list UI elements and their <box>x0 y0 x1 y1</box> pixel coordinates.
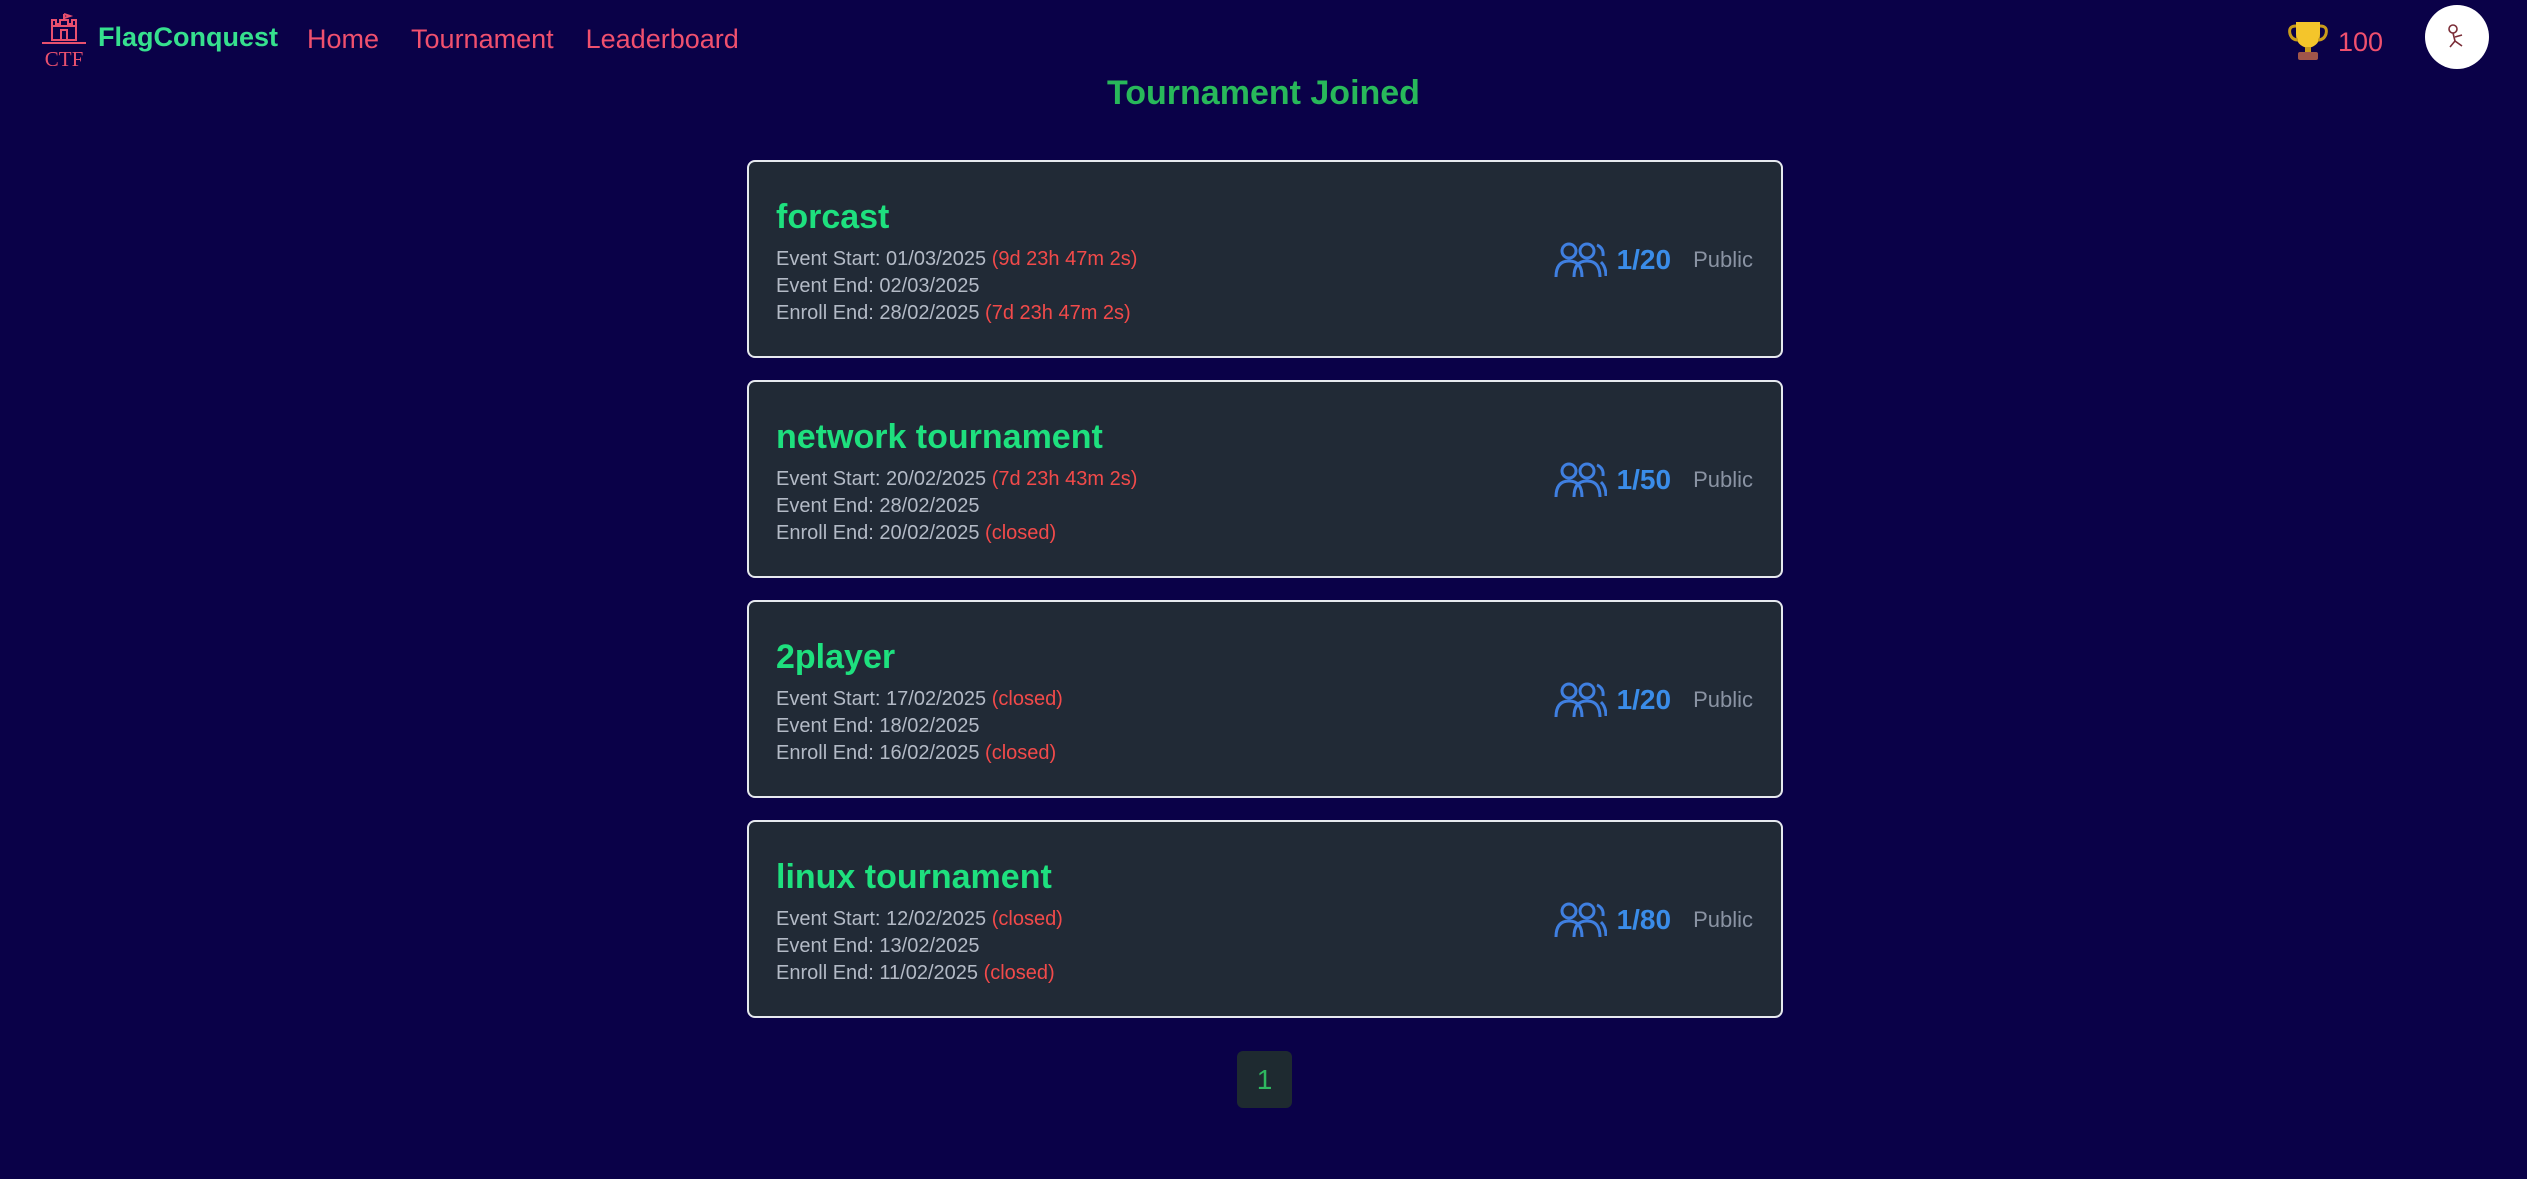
brand-name[interactable]: FlagConquest <box>98 22 278 53</box>
event-end: Event End: 28/02/2025 <box>776 493 1137 520</box>
tournament-dates: Event Start: 12/02/2025 (closed) Event E… <box>776 906 1063 987</box>
enroll-end-countdown: (closed) <box>979 522 1057 544</box>
visibility-label: Public <box>1693 687 1753 712</box>
page-title: Tournament Joined <box>1107 74 1420 112</box>
people-icon <box>1553 240 1608 280</box>
tournament-name: linux tournament <box>776 858 1052 896</box>
user-avatar[interactable] <box>2425 5 2489 69</box>
event-end-label: Event End: 13/02/2025 <box>776 935 980 957</box>
logo-icon[interactable]: CTF <box>38 12 90 71</box>
score-value: 100 <box>2338 27 2384 57</box>
enroll-end: Enroll End: 28/02/2025 (7d 23h 47m 2s) <box>776 300 1137 327</box>
event-start: Event Start: 17/02/2025 (closed) <box>776 686 1063 713</box>
event-end-label: Event End: 18/02/2025 <box>776 715 980 737</box>
event-start: Event Start: 20/02/2025 (7d 23h 43m 2s) <box>776 466 1137 493</box>
event-start-countdown: (closed) <box>986 908 1063 930</box>
enroll-end-label: Enroll End: 28/02/2025 <box>776 302 980 324</box>
event-start-countdown: (9d 23h 47m 2s) <box>986 248 1138 270</box>
tournament-card[interactable]: network tournament Event Start: 20/02/20… <box>747 380 1783 578</box>
tournament-card[interactable]: linux tournament Event Start: 12/02/2025… <box>747 820 1783 1018</box>
people-icon <box>1553 460 1608 500</box>
people-icon <box>1553 680 1608 720</box>
event-start-countdown: (7d 23h 43m 2s) <box>986 468 1138 490</box>
tournament-name: forcast <box>776 198 890 236</box>
event-start-label: Event Start: 17/02/2025 <box>776 688 987 710</box>
enroll-end-countdown: (closed) <box>979 742 1057 764</box>
event-start-countdown: (closed) <box>986 688 1063 710</box>
event-end: Event End: 02/03/2025 <box>776 273 1137 300</box>
event-start-label: Event Start: 20/02/2025 <box>776 468 987 490</box>
participant-count: 1/20 <box>1616 684 1672 715</box>
visibility-label: Public <box>1693 907 1753 932</box>
enroll-end-countdown: (closed) <box>978 962 1055 984</box>
tournament-name: network tournament <box>776 418 1103 456</box>
tournament-list: forcast Event Start: 01/03/2025 (9d 23h … <box>747 160 1783 1040</box>
participant-count: 1/50 <box>1616 464 1672 495</box>
participant-count: 1/80 <box>1616 904 1672 935</box>
tournament-card[interactable]: forcast Event Start: 01/03/2025 (9d 23h … <box>747 160 1783 358</box>
participant-count: 1/20 <box>1616 244 1672 275</box>
enroll-end-countdown: (7d 23h 47m 2s) <box>979 302 1131 324</box>
tournament-card[interactable]: 2player Event Start: 17/02/2025 (closed)… <box>747 600 1783 798</box>
navbar: CTF FlagConquest Home Tournament Leaderb… <box>0 0 2527 80</box>
logo-text: CTF <box>45 47 84 70</box>
visibility-label: Public <box>1693 467 1753 492</box>
tournament-meta: 1/20 Public <box>1553 680 1753 720</box>
event-end: Event End: 18/02/2025 <box>776 713 1063 740</box>
enroll-end-label: Enroll End: 20/02/2025 <box>776 522 980 544</box>
enroll-end: Enroll End: 11/02/2025 (closed) <box>776 960 1063 987</box>
visibility-label: Public <box>1693 247 1753 272</box>
user-avatar-icon <box>2440 18 2474 57</box>
enroll-end-label: Enroll End: 16/02/2025 <box>776 742 980 764</box>
nav-link-leaderboard[interactable]: Leaderboard <box>586 24 739 55</box>
event-end-label: Event End: 28/02/2025 <box>776 495 980 517</box>
event-end-label: Event End: 02/03/2025 <box>776 275 980 297</box>
tournament-name: 2player <box>776 638 896 676</box>
enroll-end: Enroll End: 16/02/2025 (closed) <box>776 740 1063 767</box>
nav-link-home[interactable]: Home <box>307 24 379 55</box>
people-icon <box>1553 900 1608 940</box>
nav-link-tournament[interactable]: Tournament <box>411 24 554 55</box>
event-start: Event Start: 01/03/2025 (9d 23h 47m 2s) <box>776 246 1137 273</box>
score-display: 100 <box>2286 18 2383 67</box>
tournament-dates: Event Start: 20/02/2025 (7d 23h 43m 2s) … <box>776 466 1137 547</box>
pagination-page-button[interactable]: 1 <box>1237 1051 1292 1108</box>
enroll-end-label: Enroll End: 11/02/2025 <box>776 962 979 984</box>
tournament-meta: 1/20 Public <box>1553 240 1753 280</box>
event-start-label: Event Start: 12/02/2025 <box>776 908 987 930</box>
tournament-meta: 1/50 Public <box>1553 460 1753 500</box>
tournament-dates: Event Start: 17/02/2025 (closed) Event E… <box>776 686 1063 767</box>
event-start: Event Start: 12/02/2025 (closed) <box>776 906 1063 933</box>
nav-links: Home Tournament Leaderboard <box>307 24 739 55</box>
enroll-end: Enroll End: 20/02/2025 (closed) <box>776 520 1137 547</box>
event-end: Event End: 13/02/2025 <box>776 933 1063 960</box>
tournament-dates: Event Start: 01/03/2025 (9d 23h 47m 2s) … <box>776 246 1137 327</box>
tournament-meta: 1/80 Public <box>1553 900 1753 940</box>
event-start-label: Event Start: 01/03/2025 <box>776 248 987 270</box>
trophy-icon <box>2286 18 2330 67</box>
